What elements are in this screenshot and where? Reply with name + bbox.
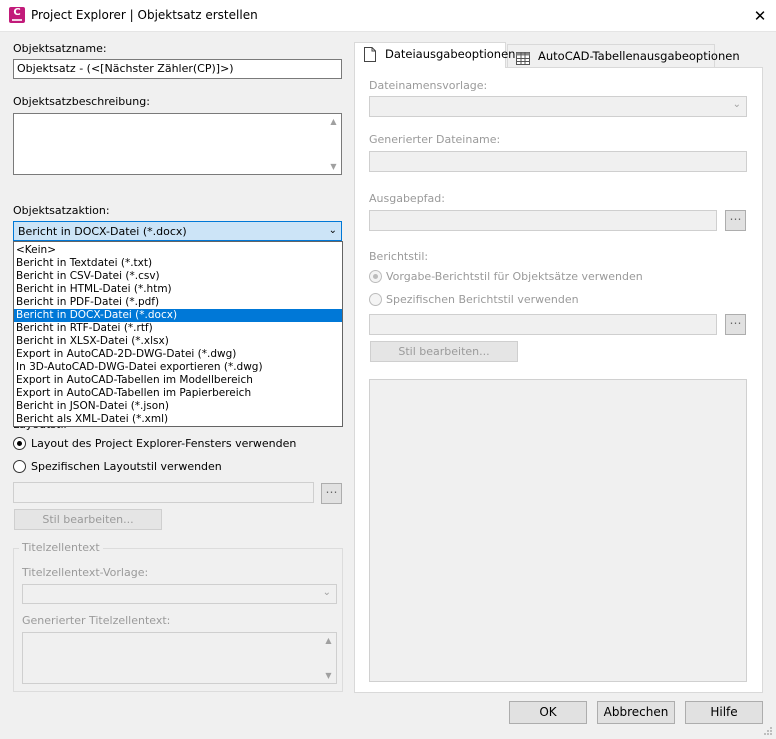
chevron-down-icon: ⌄ [322, 587, 331, 598]
action-option[interactable]: Bericht als XML-Datei (*.xml) [14, 413, 342, 426]
action-option[interactable]: Bericht in XLSX-Datei (*.xlsx) [14, 335, 342, 348]
generated-filename-label: Generierter Dateiname: [369, 133, 501, 146]
radio-layout-explorer[interactable] [13, 437, 26, 450]
generated-title-textarea[interactable]: ▲ ▼ [22, 632, 337, 684]
chevron-down-icon: ⌄ [732, 99, 741, 110]
radio-specific-report-style-label: Spezifischen Berichtstil verwenden [386, 293, 579, 306]
resize-grip-icon[interactable] [763, 726, 773, 736]
cancel-button[interactable]: Abbrechen [597, 701, 675, 724]
browse-report-style-button[interactable]: ⋯ [725, 314, 746, 335]
app-icon: C [9, 7, 25, 23]
help-button[interactable]: Hilfe [685, 701, 763, 724]
action-option[interactable]: Bericht in RTF-Datei (*.rtf) [14, 322, 342, 335]
action-option[interactable]: Bericht in Textdatei (*.txt) [14, 257, 342, 270]
radio-specific-report-style[interactable] [369, 293, 382, 306]
layout-style-field[interactable] [13, 482, 314, 503]
generated-title-label: Generierter Titelzellentext: [22, 614, 171, 627]
browse-layout-button[interactable]: ⋯ [321, 483, 342, 504]
action-option[interactable]: Bericht in DOCX-Datei (*.docx) [14, 309, 342, 322]
document-icon [364, 47, 376, 69]
generated-filename-field[interactable] [369, 151, 747, 172]
name-input[interactable]: Objektsatz - (<[Nächster Zähler(CP)]>) [13, 59, 342, 79]
report-style-label: Berichtstil: [369, 250, 429, 263]
action-combobox[interactable]: Bericht in DOCX-Datei (*.docx) ⌄ [13, 221, 342, 241]
action-option[interactable]: In 3D-AutoCAD-DWG-Datei exportieren (*.d… [14, 361, 342, 374]
scroll-down-icon[interactable]: ▼ [321, 668, 336, 683]
title-template-combobox[interactable]: ⌄ [22, 584, 337, 604]
radio-layout-specific[interactable] [13, 460, 26, 473]
action-option[interactable]: Bericht in CSV-Datei (*.csv) [14, 270, 342, 283]
edit-layout-style-button[interactable]: Stil bearbeiten... [14, 509, 162, 530]
report-style-preview [369, 379, 747, 682]
browse-output-path-button[interactable]: ⋯ [725, 210, 746, 231]
output-path-field[interactable] [369, 210, 717, 231]
action-option[interactable]: Export in AutoCAD-Tabellen im Papierbere… [14, 387, 342, 400]
action-option[interactable]: Export in AutoCAD-Tabellen im Modellbere… [14, 374, 342, 387]
radio-default-report-style-label: Vorgabe-Berichtstil für Objektsätze verw… [386, 270, 643, 283]
edit-report-style-button[interactable]: Stil bearbeiten... [370, 341, 518, 362]
description-label: Objektsatzbeschreibung: [13, 95, 150, 108]
tab-file-output[interactable]: Dateiausgabeoptionen [354, 42, 515, 69]
scroll-down-icon[interactable]: ▼ [326, 159, 341, 174]
radio-default-report-style[interactable] [369, 270, 382, 283]
tab-file-output-label: Dateiausgabeoptionen [385, 47, 516, 61]
filename-template-combobox[interactable]: ⌄ [369, 96, 747, 117]
close-icon[interactable]: ✕ [748, 4, 772, 28]
action-option[interactable]: <Kein> [14, 244, 342, 257]
filename-template-label: Dateinamensvorlage: [369, 79, 488, 92]
tab-autocad-tables-label: AutoCAD-Tabellenausgabeoptionen [538, 49, 740, 63]
action-option[interactable]: Export in AutoCAD-2D-DWG-Datei (*.dwg) [14, 348, 342, 361]
output-path-label: Ausgabepfad: [369, 192, 445, 205]
description-textarea[interactable]: ▲ ▼ [13, 113, 342, 175]
action-option[interactable]: Bericht in HTML-Datei (*.htm) [14, 283, 342, 296]
chevron-down-icon: ⌄ [328, 225, 337, 236]
scroll-up-icon[interactable]: ▲ [321, 633, 336, 648]
action-label: Objektsatzaktion: [13, 204, 110, 217]
action-selected-value: Bericht in DOCX-Datei (*.docx) [18, 225, 187, 238]
action-option[interactable]: Bericht in PDF-Datei (*.pdf) [14, 296, 342, 309]
action-dropdown-list[interactable]: <Kein> Bericht in Textdatei (*.txt) Berich… [13, 241, 343, 427]
report-style-field[interactable] [369, 314, 717, 335]
radio-layout-specific-label: Spezifischen Layoutstil verwenden [31, 460, 222, 473]
title-cell-group-label: Titelzellentext [19, 541, 103, 554]
title-template-label: Titelzellentext-Vorlage: [22, 566, 149, 579]
action-option[interactable]: Bericht in JSON-Datei (*.json) [14, 400, 342, 413]
tab-autocad-tables[interactable]: AutoCAD-Tabellenausgabeoptionen [507, 44, 740, 67]
name-label: Objektsatzname: [13, 42, 107, 55]
generated-title-scrollbar[interactable]: ▲ ▼ [321, 633, 336, 683]
ok-button[interactable]: OK [509, 701, 587, 724]
description-scrollbar[interactable]: ▲ ▼ [326, 114, 341, 174]
radio-layout-explorer-label: Layout des Project Explorer-Fensters ver… [31, 437, 297, 450]
window-title: Project Explorer | Objektsatz erstellen [31, 8, 258, 22]
scroll-up-icon[interactable]: ▲ [326, 114, 341, 129]
